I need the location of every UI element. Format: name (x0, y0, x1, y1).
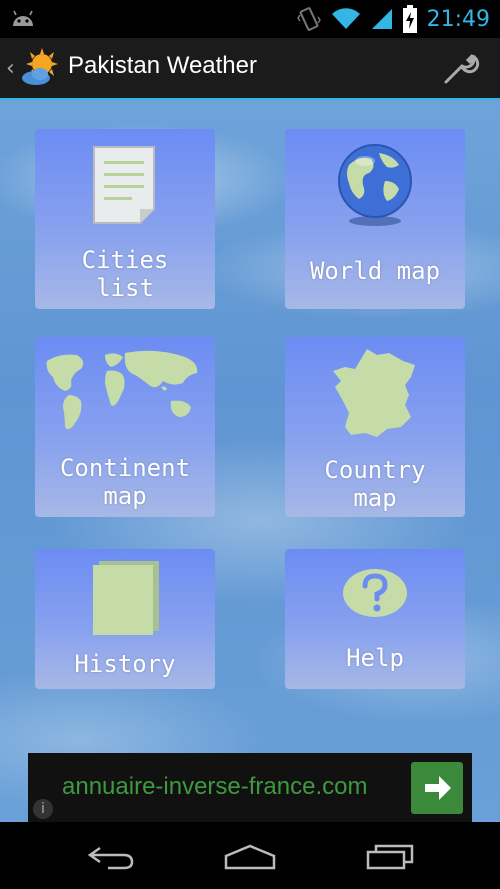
book-icon (93, 561, 159, 635)
tile-label-history: History (74, 650, 176, 678)
history-tile[interactable]: History (35, 549, 215, 689)
status-bar: 21:49 (0, 0, 500, 38)
tile-label-cities-list: Cities list (81, 246, 169, 302)
clock: 21:49 (426, 6, 490, 32)
info-icon[interactable]: i (33, 799, 53, 819)
ad-go-button[interactable] (411, 762, 463, 814)
document-list-icon (93, 146, 155, 224)
tile-label-continent-map: Continent map (59, 454, 191, 510)
navigation-bar (0, 822, 500, 889)
battery-charging-icon (402, 5, 417, 33)
dashboard-area: Cities list World map Continent map Coun… (0, 100, 500, 822)
arrow-right-icon (425, 776, 451, 800)
globe-icon (338, 144, 412, 226)
tile-label-country-map: Country map (324, 456, 426, 512)
ad-text[interactable]: annuaire-inverse-france.com (62, 773, 367, 801)
wrench-icon[interactable] (442, 50, 482, 86)
question-bubble-icon (343, 569, 407, 617)
up-caret-icon[interactable]: ‹ (6, 56, 15, 81)
world-map-icon (46, 350, 198, 430)
app-title: Pakistan Weather (68, 52, 257, 79)
weather-sun-cloud-icon[interactable] (18, 46, 62, 90)
signal-icon (371, 9, 392, 29)
back-icon[interactable] (86, 842, 136, 870)
france-map-icon (333, 349, 415, 437)
tile-label-help: Help (346, 644, 404, 672)
recents-icon[interactable] (366, 842, 416, 870)
country-map-tile[interactable]: Country map (285, 337, 465, 517)
wifi-icon (331, 8, 360, 30)
continent-map-tile[interactable]: Continent map (35, 337, 215, 517)
vibrate-icon (296, 7, 321, 31)
ad-banner[interactable]: annuaire-inverse-france.com i (28, 753, 472, 823)
action-bar: ‹ Pakistan Weather (0, 38, 500, 100)
android-icon (13, 10, 33, 26)
cities-list-tile[interactable]: Cities list (35, 129, 215, 309)
help-tile[interactable]: Help (285, 549, 465, 689)
tile-label-world-map: World map (309, 257, 441, 285)
world-map-tile[interactable]: World map (285, 129, 465, 309)
home-icon[interactable] (224, 842, 276, 870)
